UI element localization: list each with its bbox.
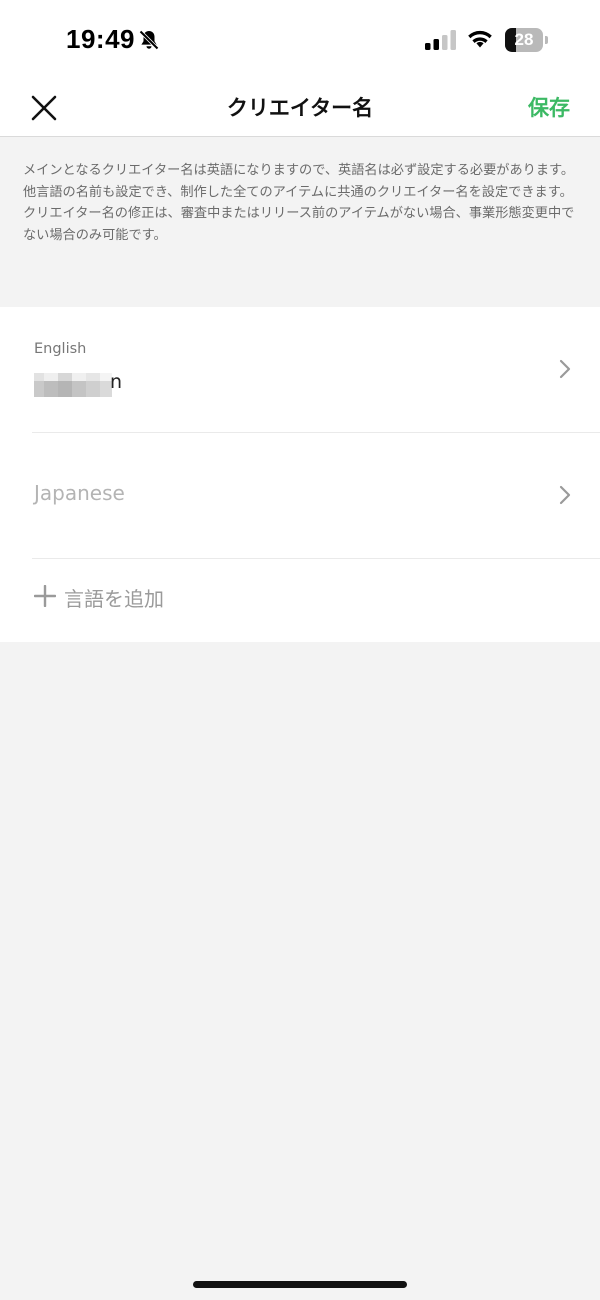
language-value: n — [110, 371, 123, 393]
language-row-japanese[interactable]: Japanese — [32, 433, 600, 559]
description-line-1: メインとなるクリエイター名は英語になりますので、英語名は必ず設定する必要がありま… — [23, 163, 575, 178]
language-list: English n Japanese 言語を追加 — [0, 307, 600, 642]
redacted-name — [34, 373, 120, 397]
save-button[interactable]: 保存 — [528, 92, 570, 122]
home-indicator[interactable] — [193, 1281, 407, 1288]
language-placeholder: Japanese — [34, 481, 125, 505]
chevron-right-icon — [559, 359, 571, 379]
battery-icon: 28 — [505, 28, 543, 52]
chevron-right-icon — [559, 485, 571, 505]
plus-icon — [34, 585, 56, 607]
language-row-english[interactable]: English n — [32, 307, 600, 433]
description-line-3: クリエイター名の修正は、審査中またはリリース前のアイテムがない場合、事業形態変更… — [23, 206, 575, 243]
battery-level: 28 — [514, 30, 534, 49]
wifi-icon — [468, 30, 492, 48]
description: メインとなるクリエイター名は英語になりますので、英語名は必ず設定する必要がありま… — [0, 138, 600, 307]
description-line-2: 他言語の名前も設定でき、制作した全てのアイテムに共通のクリエイター名を設定できま… — [23, 184, 573, 200]
status-bar: 19:49 28 — [0, 0, 600, 80]
language-label: English — [34, 341, 87, 357]
add-language-button[interactable]: 言語を追加 — [32, 559, 432, 639]
battery-cap — [545, 36, 548, 44]
signal-icon — [425, 30, 456, 50]
bell-slash-icon — [139, 30, 159, 50]
status-time: 19:49 — [66, 24, 135, 54]
add-language-label: 言語を追加 — [64, 587, 164, 611]
page-title: クリエイター名 — [226, 96, 374, 120]
nav-header: クリエイター名 保存 — [0, 80, 600, 137]
